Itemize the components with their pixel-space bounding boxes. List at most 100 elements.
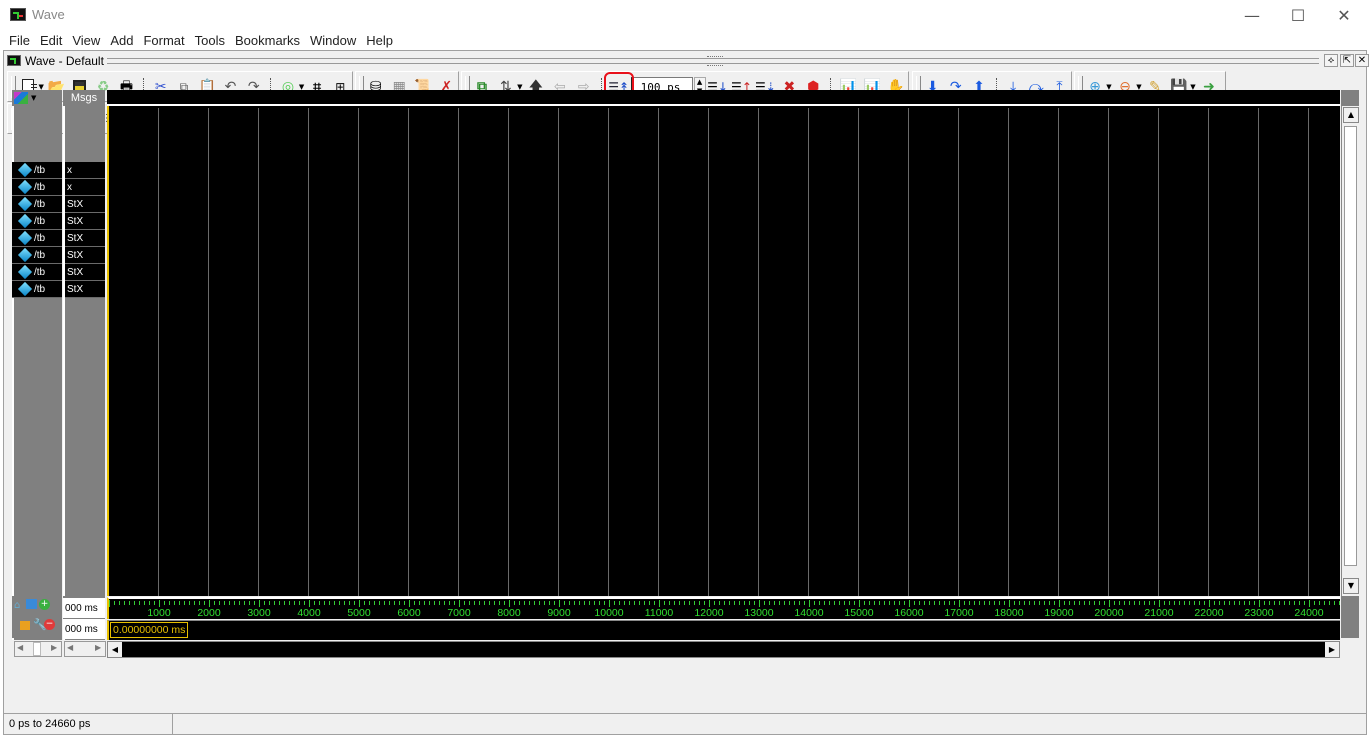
timeline-tick [999,601,1000,605]
timeline-tick [1049,601,1050,605]
signal-name: /tb [34,198,46,210]
vertical-scrollbar[interactable]: ▲ ▼ [1341,106,1359,596]
menu-window[interactable]: Window [305,33,361,48]
timeline-tick [1089,601,1090,605]
timeline-tick [264,601,265,605]
undock-button[interactable]: ⇱ [1340,54,1354,67]
signal-row-value[interactable]: StX [65,196,105,213]
menu-view[interactable]: View [67,33,105,48]
signal-name-header[interactable]: ▼ [12,90,62,106]
close-wave-window-button[interactable]: ✕ [1355,54,1369,67]
timeline-tick [364,601,365,605]
app-icon [10,8,26,21]
menu-add[interactable]: Add [105,33,138,48]
timeline-tick-label: 7000 [447,607,471,619]
scroll-right-button[interactable]: ▶ [1325,642,1339,657]
scroll-left-icon[interactable]: ◀ [67,643,73,652]
timeline-tick [1179,601,1180,605]
timeline-tick [974,601,975,605]
timeline-ruler[interactable]: 1000 2000 3000 4000 5000 6000 7000 8000 9000 1000… [107,597,1340,619]
menu-format[interactable]: Format [138,33,189,48]
signal-row-name[interactable]: /tb [12,162,62,179]
menu-edit[interactable]: Edit [35,33,67,48]
timeline-tick [209,600,210,607]
timeline-tick [419,601,420,605]
signal-row-value[interactable]: StX [65,264,105,281]
scroll-right-icon[interactable]: ▶ [51,643,57,652]
timeline-tick [634,601,635,605]
dock-button[interactable]: ⟡ [1324,54,1338,67]
add-cursor-icon[interactable]: + [39,599,50,610]
name-pane-hscroll[interactable]: ◀ ▶ [14,641,62,657]
timeline-tick [1014,601,1015,605]
timeline-tick [204,601,205,605]
signal-row-name[interactable]: /tb [12,213,62,230]
timeline-tick [444,601,445,605]
timeline-tick [219,601,220,605]
timeline-tick [874,601,875,605]
caption-drag-grip[interactable] [107,56,1319,66]
signal-row-value[interactable]: x [65,162,105,179]
timeline-tick [534,601,535,605]
spin-up-icon[interactable]: ▲ [695,78,705,87]
signal-row-value[interactable]: StX [65,213,105,230]
timeline-tick-label: 10000 [594,607,624,619]
signal-row-name[interactable]: /tb [12,281,62,298]
timeline-tick [564,601,565,605]
timeline-tick [784,601,785,605]
maximize-button[interactable]: ☐ [1275,0,1321,30]
menu-file[interactable]: File [4,33,35,48]
timeline-tick [1299,601,1300,605]
timeline-tick [614,601,615,605]
timeline-tick [1274,601,1275,605]
timeline-tick [194,601,195,605]
name-pane-hscroll-thumb[interactable] [33,642,41,656]
signal-row-name[interactable]: /tb [12,196,62,213]
signal-name: /tb [34,249,46,261]
signal-row-name[interactable]: /tb [12,264,62,281]
chevron-down-icon[interactable]: ▼ [31,94,36,102]
timeline-tick [949,601,950,605]
timeline-tick [414,601,415,605]
timeline-tick [939,601,940,605]
remove-cursor-icon[interactable]: − [44,619,55,630]
lock-icon[interactable] [20,621,30,630]
scroll-right-icon[interactable]: ▶ [95,643,101,652]
signal-row-value[interactable]: StX [65,247,105,264]
signal-diamond-icon [17,264,33,280]
scroll-down-button[interactable]: ▼ [1343,578,1359,594]
grid-line [208,108,209,596]
timeline-tick [439,601,440,605]
cursor-time-value[interactable]: 0.00000000 ms [110,622,189,638]
scroll-up-button[interactable]: ▲ [1343,107,1359,123]
vertical-scroll-thumb[interactable] [1344,126,1357,566]
close-button[interactable]: ✕ [1321,0,1367,30]
timeline-tick [1004,601,1005,605]
signal-row-name[interactable]: /tb [12,230,62,247]
signal-row-name[interactable]: /tb [12,247,62,264]
timeline-tick [1264,601,1265,605]
menu-tools[interactable]: Tools [190,33,230,48]
signal-row-value[interactable]: StX [65,230,105,247]
timeline-tick [234,601,235,605]
signal-row-value[interactable]: x [65,179,105,196]
timeline-tick [889,601,890,605]
minimize-button[interactable]: — [1229,0,1275,30]
timeline-tick [214,601,215,605]
timeline-tick [1169,601,1170,605]
scroll-left-icon[interactable]: ◀ [17,643,23,652]
menu-bookmarks[interactable]: Bookmarks [230,33,305,48]
timeline-tick [1289,601,1290,605]
signal-diamond-icon [17,230,33,246]
timeline-tick [549,601,550,605]
wave-window-caption: Wave - Default ⟡ ⇱ ✕ [4,52,1369,70]
menu-help[interactable]: Help [361,33,398,48]
signal-row-value[interactable]: StX [65,281,105,298]
timeline-tick [619,601,620,605]
cursor-row[interactable]: 0.00000000 ms [107,620,1340,640]
signal-row-name[interactable]: /tb [12,179,62,196]
waveform-hscroll[interactable]: ◀ ▶ [107,641,1340,658]
timeline-tick [449,601,450,605]
scroll-left-button[interactable]: ◀ [108,642,122,657]
value-pane-hscroll[interactable]: ◀ ▶ [64,641,106,657]
